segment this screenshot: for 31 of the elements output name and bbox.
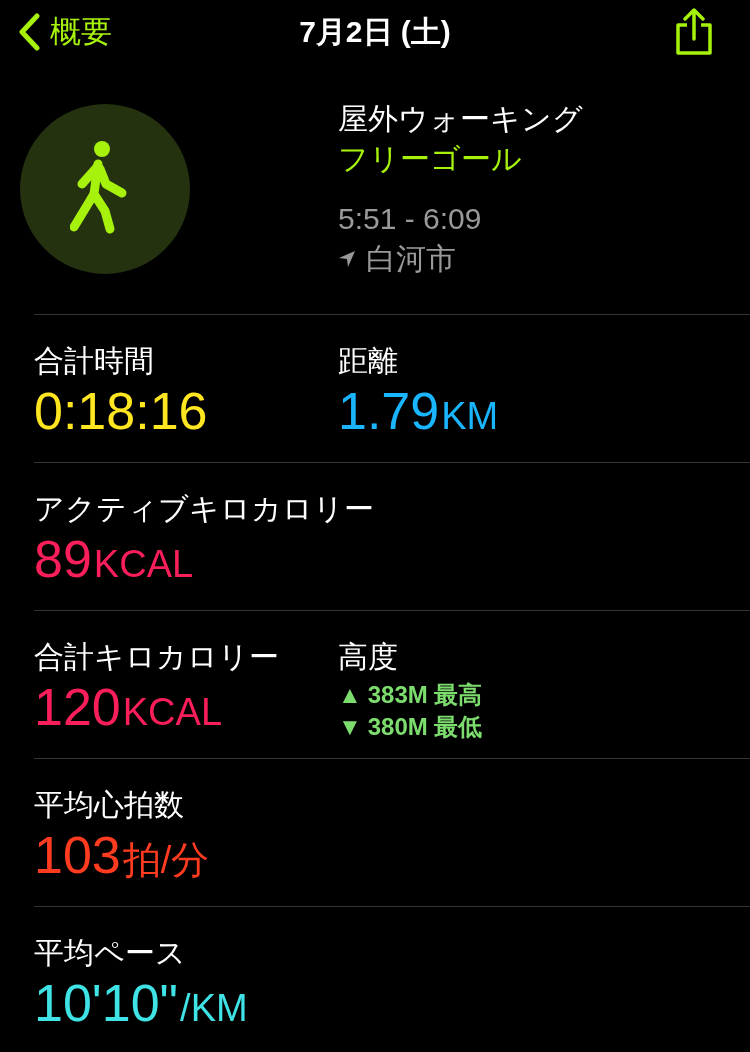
workout-time: 5:51 - 6:09 xyxy=(338,201,483,237)
metric-value: 1.79 xyxy=(338,382,440,440)
workout-name: 屋外ウォーキング xyxy=(338,101,583,137)
location-arrow-icon xyxy=(338,250,356,268)
metric-value: 89 xyxy=(34,530,92,588)
metric-label: 合計キロカロリー xyxy=(34,639,280,675)
metric-label: 平均ペース xyxy=(34,935,187,971)
metric-label: 高度 xyxy=(338,639,399,675)
metric-value: 10'10" xyxy=(34,974,179,1032)
workout-location: 白河市 xyxy=(366,241,456,277)
metric-label: 平均心拍数 xyxy=(34,787,185,823)
metric-value: 120 xyxy=(34,678,121,736)
metric-label: 合計時間 xyxy=(34,343,155,379)
chevron-icon xyxy=(18,13,40,51)
metric-value: 0:18:16 xyxy=(34,382,208,440)
metric-unit: /KM xyxy=(180,987,248,1029)
triangle-icon: ▼ xyxy=(338,713,362,741)
metric-unit: KCAL xyxy=(122,691,223,733)
share-icon[interactable] xyxy=(674,8,714,56)
workout-goal: フリーゴール xyxy=(338,141,523,177)
metric-unit: KCAL xyxy=(93,543,194,585)
back-button[interactable]: 概要 xyxy=(18,11,112,53)
date-title: 7月2日 (土) xyxy=(299,14,451,48)
metric-value: 103 xyxy=(34,826,121,884)
metric-unit: KM xyxy=(441,395,499,437)
elevation-reading: 383M 最高 xyxy=(367,681,483,709)
elevation-reading: 380M 最低 xyxy=(367,713,483,741)
metric-unit: 拍/分 xyxy=(122,839,210,881)
metric-label: 距離 xyxy=(338,343,399,379)
metric-label: アクティブキロカロリー xyxy=(34,491,374,527)
triangle-icon: ▲ xyxy=(338,681,362,709)
